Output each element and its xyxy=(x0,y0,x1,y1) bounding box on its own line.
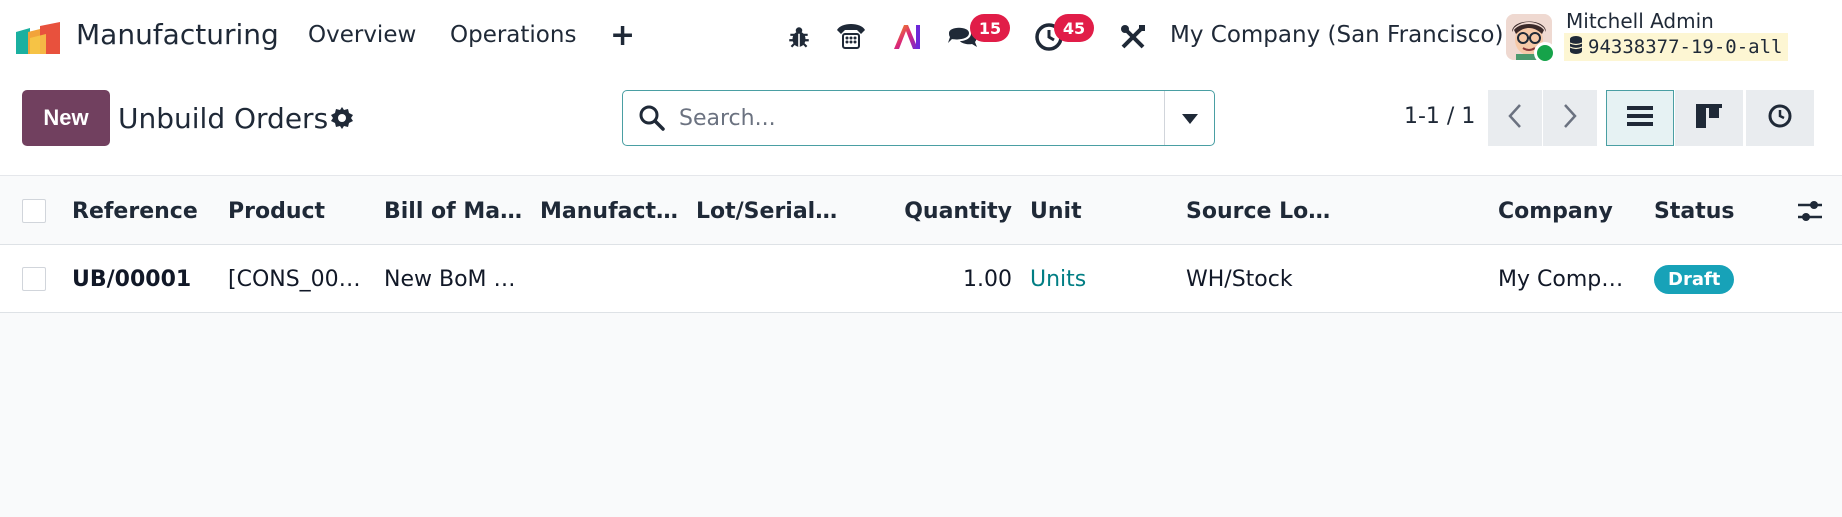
cell-lot-serial xyxy=(696,245,844,313)
cell-product: [CONS_00… xyxy=(228,266,361,292)
column-product[interactable]: Product xyxy=(228,177,376,245)
database-name: 94338377-19-0-all xyxy=(1588,36,1783,58)
clock-icon xyxy=(1768,104,1792,132)
select-all-checkbox[interactable] xyxy=(22,199,46,223)
bug-icon[interactable] xyxy=(782,20,816,54)
cell-reference: UB/00001 xyxy=(72,266,192,292)
column-quantity[interactable]: Quantity xyxy=(852,177,1012,245)
kanban-view-button[interactable] xyxy=(1675,90,1743,146)
table-row[interactable]: UB/00001 [CONS_00… New BoM … 1.00 Units … xyxy=(0,245,1842,313)
manufacturing-app-icon[interactable] xyxy=(16,22,64,54)
search-bar xyxy=(622,90,1215,146)
company-switcher[interactable]: My Company (San Francisco) xyxy=(1170,22,1503,48)
activities-badge: 45 xyxy=(1054,14,1094,42)
kanban-icon xyxy=(1696,104,1722,132)
list-icon xyxy=(1627,106,1653,130)
row-checkbox[interactable] xyxy=(22,267,46,291)
chevron-right-icon xyxy=(1563,103,1577,133)
caret-down-icon xyxy=(1182,109,1198,128)
cell-source-location: WH/Stock xyxy=(1186,266,1293,292)
cell-company: My Comp… xyxy=(1498,266,1624,292)
phone-icon[interactable] xyxy=(834,20,868,54)
status-badge: Draft xyxy=(1654,264,1735,294)
list-empty-area xyxy=(0,314,1842,517)
cell-status: Draft xyxy=(1654,245,1774,313)
column-manufacturing-order[interactable]: Manufact… xyxy=(540,177,688,245)
chevron-left-icon xyxy=(1508,103,1522,133)
cell-unit-link[interactable]: Units xyxy=(1030,245,1178,313)
menu-add-button[interactable]: + xyxy=(610,18,635,53)
column-source-location[interactable]: Source Lo… xyxy=(1186,177,1334,245)
pager-value[interactable]: 1-1 / 1 xyxy=(1404,104,1475,129)
cell-bill-of-materials: New BoM … xyxy=(384,266,516,292)
column-lot-serial[interactable]: Lot/Serial… xyxy=(696,177,844,245)
top-navbar: Manufacturing Overview Operations + 15 4… xyxy=(0,0,1842,72)
optional-columns-icon[interactable] xyxy=(1797,198,1823,228)
activity-view-button[interactable] xyxy=(1746,90,1814,146)
control-panel: New Unbuild Orders 1-1 / 1 xyxy=(0,72,1842,176)
menu-overview[interactable]: Overview xyxy=(308,22,416,48)
user-name[interactable]: Mitchell Admin xyxy=(1566,9,1714,33)
new-button[interactable]: New xyxy=(22,90,110,146)
column-company[interactable]: Company xyxy=(1498,177,1646,245)
page-title: Unbuild Orders xyxy=(118,102,329,135)
online-status-icon xyxy=(1534,42,1556,64)
column-status[interactable]: Status xyxy=(1654,177,1774,245)
pager-next-button[interactable] xyxy=(1543,90,1597,146)
ai-icon[interactable] xyxy=(890,20,924,54)
column-unit[interactable]: Unit xyxy=(1030,177,1178,245)
search-options-toggle[interactable] xyxy=(1165,91,1215,145)
database-chip: 94338377-19-0-all xyxy=(1564,33,1789,61)
column-reference[interactable]: Reference xyxy=(72,177,222,245)
search-icon xyxy=(639,105,665,135)
messages-badge: 15 xyxy=(970,14,1010,42)
table-header: Reference Product Bill of Ma… Manufact… … xyxy=(0,177,1842,245)
gear-icon[interactable] xyxy=(330,106,354,134)
column-bill-of-materials[interactable]: Bill of Ma… xyxy=(384,177,532,245)
menu-operations[interactable]: Operations xyxy=(450,22,576,48)
pager-previous-button[interactable] xyxy=(1488,90,1542,146)
list-view-button[interactable] xyxy=(1606,90,1674,146)
tools-icon[interactable] xyxy=(1116,20,1150,54)
cell-quantity: 1.00 xyxy=(963,266,1012,292)
database-icon xyxy=(1569,36,1583,58)
app-name[interactable]: Manufacturing xyxy=(76,18,279,51)
search-input[interactable] xyxy=(679,101,1149,135)
cell-manufacturing-order xyxy=(540,245,688,313)
